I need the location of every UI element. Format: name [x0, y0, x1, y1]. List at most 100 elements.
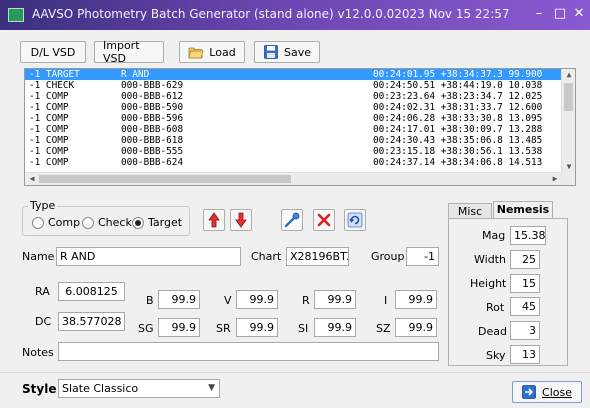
nemesis-height-label: Height	[470, 277, 507, 290]
mag-sz-input[interactable]: 99.9	[395, 318, 437, 337]
title-bar[interactable]: AAVSO Photometry Batch Generator (stand …	[0, 0, 590, 30]
mag-sz-label: SZ	[376, 322, 391, 335]
delete-star-button[interactable]	[313, 209, 335, 231]
pick-star-button[interactable]	[281, 209, 303, 231]
mag-sg-input[interactable]: 99.9	[158, 318, 200, 337]
mag-r-input[interactable]: 99.9	[314, 290, 356, 309]
star-name-cell: 000-BBB-590	[121, 102, 184, 113]
mag-i-label: I	[384, 294, 388, 307]
save-label: Save	[283, 45, 311, 59]
mag-si-input[interactable]: 99.9	[314, 318, 356, 337]
list-item[interactable]: -1 TARGET R AND 00:24:01.95 +38:34:37.3 99…	[25, 69, 563, 80]
nemesis-mag-input[interactable]: 15.38	[510, 226, 546, 245]
star-type-cell: -1 TARGET	[29, 69, 80, 80]
dl-vsd-button[interactable]: D/L VSD	[20, 41, 86, 63]
list-item[interactable]: -1 COMP 000-BBB-596 00:24:06.28 +38:33:30.…	[25, 113, 563, 124]
notes-label: Notes	[22, 346, 54, 359]
list-item[interactable]: -1 COMP 000-BBB-608 00:24:17.01 +38:30:09.…	[25, 124, 563, 135]
nemesis-panel	[448, 218, 568, 366]
list-item[interactable]: -1 COMP 000-BBB-624 00:24:37.14 +38:34:06.…	[25, 157, 563, 168]
chart-label: Chart	[251, 250, 282, 263]
star-name-cell: 000-BBB-555	[121, 146, 184, 157]
star-position-cell: 00:24:06.28 +38:33:30.8 13.095	[373, 113, 543, 124]
mag-sr-label: SR	[216, 322, 231, 335]
list-item[interactable]: -1 COMP 000-BBB-618 00:24:30.43 +38:35:06.…	[25, 135, 563, 146]
exit-icon	[522, 385, 536, 399]
mag-si-label: SI	[298, 322, 309, 335]
nemesis-sky-input[interactable]: 13	[510, 345, 540, 364]
list-item[interactable]: -1 CHECK 000-BBB-629 00:24:50.51 +38:44:19…	[25, 80, 563, 91]
list-item[interactable]: -1 COMP 000-BBB-590 00:24:02.31 +38:31:33.…	[25, 102, 563, 113]
star-list[interactable]: -1 TARGET R AND 00:24:01.95 +38:34:37.3 99…	[24, 68, 576, 186]
nemesis-dead-label: Dead	[478, 325, 507, 338]
name-input[interactable]: R AND	[56, 247, 241, 266]
style-select[interactable]: Slate Classico ▼	[58, 379, 220, 398]
mag-i-input[interactable]: 99.9	[395, 290, 437, 309]
radio-comp-label: Comp	[48, 216, 81, 229]
vertical-scrollbar[interactable]: ▲ ▼	[561, 69, 575, 173]
move-up-button[interactable]	[203, 209, 225, 231]
star-type-cell: -1 COMP	[29, 157, 69, 168]
star-position-cell: 00:24:50.51 +38:44:19.0 10.038	[373, 80, 543, 91]
maximize-button[interactable]: □	[551, 5, 569, 23]
import-vsd-button[interactable]: Import VSD	[94, 39, 164, 65]
ra-label: RA	[35, 285, 50, 298]
load-button[interactable]: Load	[179, 41, 245, 63]
nemesis-height-input[interactable]: 15	[510, 274, 540, 293]
dc-label: DC	[35, 315, 52, 328]
radio-comp-indicator[interactable]	[32, 216, 44, 229]
group-input[interactable]: -1	[406, 247, 439, 266]
nemesis-width-label: Width	[474, 253, 506, 266]
horizontal-scroll-thumb[interactable]	[39, 175, 291, 183]
radio-check[interactable]: Check	[82, 216, 132, 229]
mag-b-label: B	[146, 294, 154, 307]
nemesis-rot-input[interactable]: 45	[510, 297, 540, 316]
scroll-right-icon[interactable]: ▶	[549, 173, 561, 185]
chart-input[interactable]: X28196BTZ	[286, 247, 349, 266]
star-type-cell: -1 COMP	[29, 113, 69, 124]
refresh-button[interactable]	[344, 209, 366, 231]
star-type-cell: -1 COMP	[29, 124, 69, 135]
star-position-cell: 00:24:37.14 +38:34:06.8 14.513	[373, 157, 543, 168]
style-select-value: Slate Classico	[62, 382, 139, 395]
radio-check-label: Check	[98, 216, 132, 229]
save-button[interactable]: Save	[254, 41, 320, 63]
star-position-cell: 00:24:17.01 +38:30:09.7 13.288	[373, 124, 543, 135]
chevron-down-icon[interactable]: ▼	[208, 380, 215, 397]
vertical-scroll-thumb[interactable]	[564, 83, 573, 111]
list-item[interactable]: -1 COMP 000-BBB-555 00:23:15.18 +38:30:56.…	[25, 146, 563, 157]
star-position-cell: 00:23:23.64 +38:23:34.7 12.025	[373, 91, 543, 102]
list-item[interactable]: -1 COMP 000-BBB-612 00:23:23.64 +38:23:34.…	[25, 91, 563, 102]
notes-input[interactable]	[58, 342, 439, 361]
star-name-cell: 000-BBB-629	[121, 80, 184, 91]
nemesis-mag-label: Mag	[482, 229, 506, 242]
mag-sg-label: SG	[138, 322, 154, 335]
star-name-cell: 000-BBB-618	[121, 135, 184, 146]
delete-x-icon	[317, 213, 331, 227]
star-type-cell: -1 COMP	[29, 102, 69, 113]
nemesis-dead-input[interactable]: 3	[510, 321, 540, 340]
horizontal-scrollbar[interactable]: ◀ ▶	[25, 172, 563, 185]
move-down-button[interactable]	[230, 209, 252, 231]
close-button[interactable]: Close	[512, 381, 582, 403]
radio-comp[interactable]: Comp	[32, 216, 80, 229]
radio-check-indicator[interactable]	[82, 216, 94, 229]
radio-target[interactable]: Target	[132, 216, 182, 229]
scroll-corner	[561, 172, 575, 185]
mag-b-input[interactable]: 99.9	[158, 290, 200, 309]
star-type-cell: -1 CHECK	[29, 80, 75, 91]
close-window-button[interactable]: ✕	[570, 5, 588, 23]
ra-input[interactable]: 6.008125	[58, 282, 125, 301]
radio-target-indicator[interactable]	[132, 216, 144, 229]
mag-sr-input[interactable]: 99.9	[236, 318, 278, 337]
scroll-up-icon[interactable]: ▲	[563, 69, 575, 81]
mag-v-input[interactable]: 99.9	[236, 290, 278, 309]
refresh-icon	[347, 212, 363, 228]
minimize-button[interactable]: –	[530, 5, 548, 23]
arrow-up-icon	[208, 212, 220, 228]
star-position-cell: 00:24:30.43 +38:35:06.8 13.485	[373, 135, 543, 146]
dc-input[interactable]: 38.577028	[58, 312, 125, 331]
star-position-cell: 00:23:15.18 +38:30:56.1 13.538	[373, 146, 543, 157]
scroll-left-icon[interactable]: ◀	[26, 173, 38, 185]
nemesis-width-input[interactable]: 25	[510, 250, 540, 269]
